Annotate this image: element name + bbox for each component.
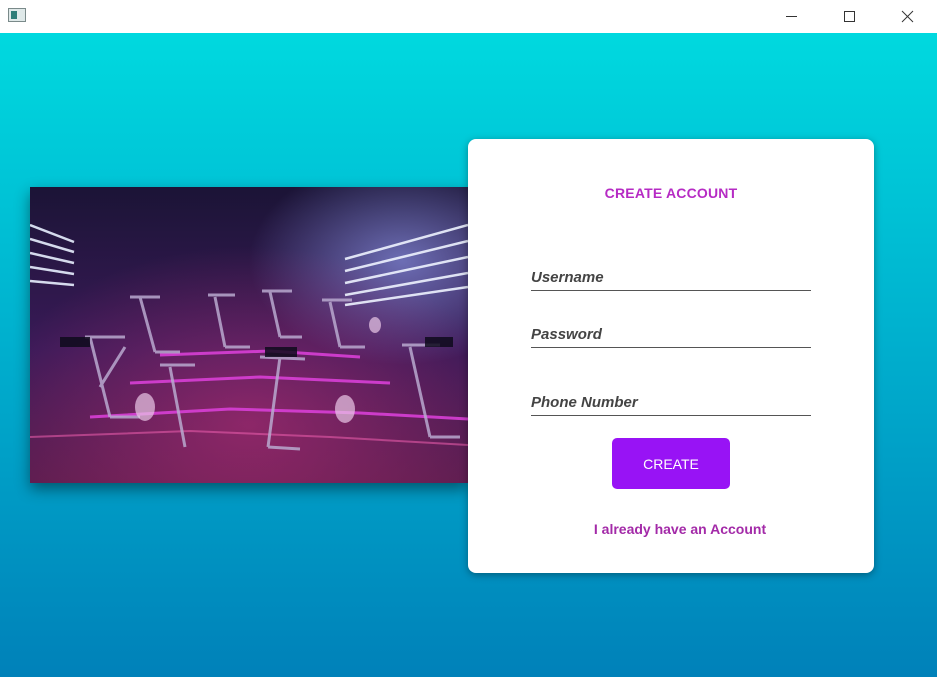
password-field: [531, 318, 811, 348]
minimize-button[interactable]: [768, 0, 814, 33]
maximize-button[interactable]: [826, 0, 872, 33]
form-title: CREATE ACCOUNT: [604, 185, 738, 201]
app-background: CREATE ACCOUNT CREATE I already have an …: [0, 33, 937, 677]
app-icon: [8, 8, 26, 22]
spin-studio-photo: [30, 187, 468, 483]
login-link[interactable]: I already have an Account: [468, 521, 892, 537]
username-field: [531, 261, 811, 291]
title-bar: [0, 0, 937, 33]
username-input[interactable]: [531, 269, 811, 286]
create-account-card: CREATE ACCOUNT CREATE I already have an …: [468, 139, 874, 573]
create-button[interactable]: CREATE: [612, 438, 730, 489]
maximize-icon: [843, 11, 855, 22]
close-button[interactable]: [884, 0, 930, 33]
minimize-icon: [785, 16, 797, 17]
password-input[interactable]: [531, 326, 811, 343]
phone-field: [531, 386, 811, 416]
phone-number-input[interactable]: [531, 394, 811, 411]
close-icon: [901, 10, 913, 23]
